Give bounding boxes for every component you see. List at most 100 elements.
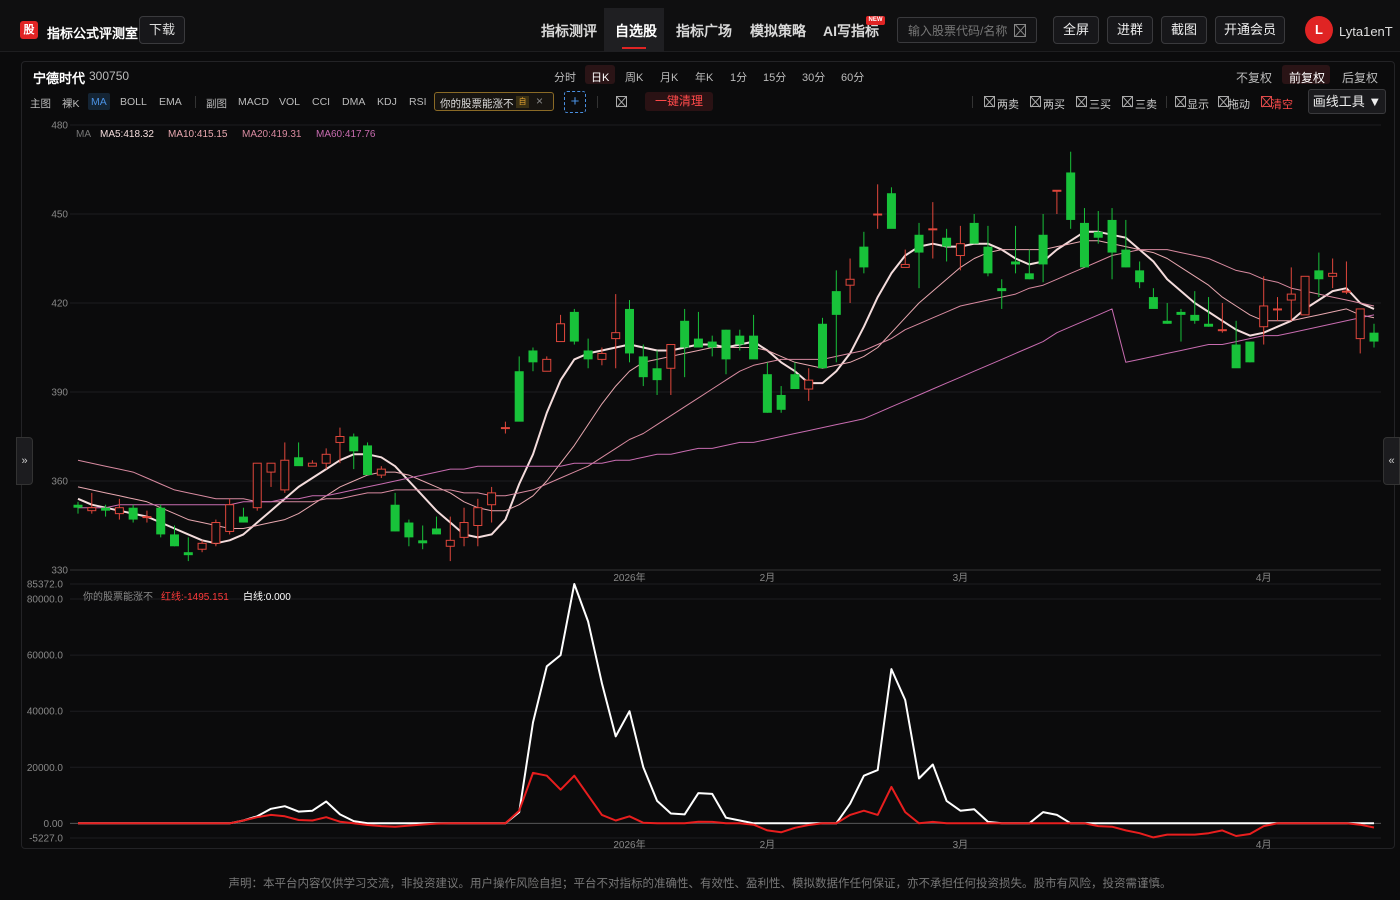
white-line [78,583,1374,825]
sub-tick-label: 40000.0 [27,707,64,718]
candle-body [942,237,952,247]
candle [556,314,566,343]
sub-date-tick-label: 2026年 [613,838,645,851]
candle [1369,323,1379,348]
candle-body [735,335,745,345]
price-tick-label: 450 [51,210,68,221]
candle-body [597,352,607,360]
candle-body [307,462,317,467]
candle-body [101,507,111,511]
candle-body [487,492,497,506]
candle [749,314,759,360]
candle-body [528,350,538,363]
candle-body [845,278,855,286]
candle [473,498,483,547]
candle [1052,189,1062,214]
candle-body [1314,270,1324,280]
candle-body [73,504,83,508]
candle-body [1135,270,1145,283]
candle [142,510,152,523]
candle [1204,297,1214,327]
candle [680,308,690,378]
candle [114,498,124,520]
candle-body [445,539,455,547]
candle-body [1176,311,1186,315]
price-tick-label: 480 [51,121,68,132]
candle [652,350,662,395]
candle-body [624,308,634,354]
candle [707,335,717,357]
candle-body [349,436,359,452]
candle-body [390,504,400,532]
candle [238,507,248,523]
date-tick-label: 2月 [760,572,776,584]
candle [859,231,869,274]
candle-body [128,507,138,520]
candle [431,516,441,535]
candle-body [886,193,896,229]
sub-date-tick-label: 2月 [760,839,776,851]
price-tick-label: 390 [51,388,68,399]
candle-body [1079,222,1089,268]
candle [1093,211,1103,244]
candle-body [873,213,883,216]
candle-body [1300,275,1310,316]
price-tick-label: 330 [51,566,68,577]
candle-body [500,427,510,430]
candle [873,184,883,229]
candle [693,311,703,348]
candle-body [914,234,924,253]
candle [969,214,979,244]
candle-body [611,332,621,340]
candle-body [197,542,207,550]
white-line-legend: 白线:0.000 [243,592,291,603]
candle-body [1121,249,1131,268]
candle [321,448,331,470]
candle-body [997,288,1007,292]
ma60-legend: MA60:417.76 [316,129,376,140]
candle [197,540,207,553]
candle-body [859,246,869,268]
candle-body [928,228,938,231]
candle-body [183,552,193,556]
candle [335,427,345,464]
sub-tick-label: -5227.0 [29,834,63,845]
candle-body [1341,290,1351,293]
candle [997,279,1007,309]
candle [266,462,276,487]
candle-body [1162,320,1172,324]
candle-body [983,246,993,274]
candle-body [652,368,662,381]
ma10-line [77,240,1375,529]
candle [307,460,317,467]
ma10-legend: MA10:415.15 [168,129,228,140]
candle-body [1245,341,1255,363]
candle [183,537,193,562]
candle [845,258,855,303]
ma5-line [77,230,1375,545]
candle-body [900,263,910,268]
candle [886,187,896,229]
candle-body [556,323,566,343]
sub-tick-label: 20000.0 [27,763,64,774]
candle [404,519,414,547]
price-tick-label: 360 [51,477,68,488]
candle [638,344,648,387]
candle-body [376,468,386,476]
sub-tick-label: 80000.0 [27,595,64,606]
candle-body [831,291,841,315]
candle-body [969,222,979,244]
candle [1245,341,1255,363]
candle-body [87,507,97,512]
candle [390,492,400,532]
candle-body [707,341,717,348]
candle-body [1038,234,1048,265]
candle-body [1066,172,1076,220]
candle-body [638,356,648,378]
candle-body [693,338,703,348]
candle-body [1272,308,1282,311]
candle-body [1024,273,1034,280]
candle-body [1259,305,1269,328]
candle [1148,288,1158,309]
candle-body [170,534,180,547]
